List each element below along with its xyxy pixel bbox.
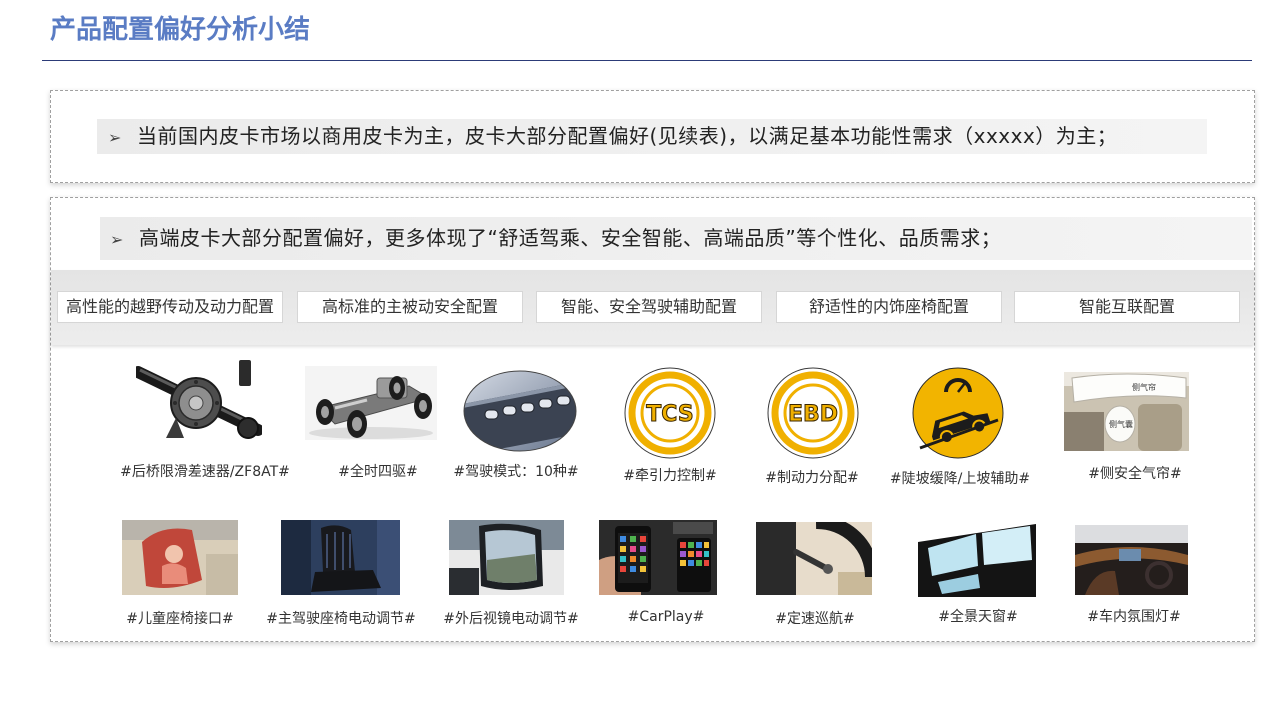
premium-text: 高端皮卡大部分配置偏好，更多体现了“舒适驾乘、安全智能、高端品质”等个性化、品质… [139, 226, 1002, 250]
panoramic-sunroof-image [918, 524, 1036, 597]
page-title: 产品配置偏好分析小结 [50, 15, 311, 45]
category-label-driver-assist: 智能、安全驾驶辅助配置 [536, 291, 762, 323]
side-mirror-image [449, 520, 564, 595]
ebd-badge-text: EBD [788, 402, 838, 427]
category-label-safety: 高标准的主被动安全配置 [297, 291, 523, 323]
driver-seat-image [281, 520, 400, 595]
premium-bar: ➢ 高端皮卡大部分配置偏好，更多体现了“舒适驾乘、安全智能、高端品质”等个性化、品… [100, 217, 1252, 260]
summary-bar: ➢ 当前国内皮卡市场以商用皮卡为主，皮卡大部分配置偏好(见续表)，以满足基本功能性… [97, 119, 1207, 154]
feature-caption: #陡坡缓降/上坡辅助# [889, 471, 1031, 487]
feature-caption: #侧安全气帘# [1088, 466, 1182, 482]
drive-mode-buttons-image [463, 370, 577, 452]
ebd-badge-icon: EBD [767, 367, 859, 459]
child-seat-image [122, 520, 238, 595]
tcs-badge-icon: TCS [624, 367, 716, 459]
arrow-bullet-icon: ➢ [110, 230, 124, 249]
cruise-control-stalk-image [756, 522, 872, 595]
category-label-comfort: 舒适性的内饰座椅配置 [776, 291, 1002, 323]
curtain-airbag-tag: 侧气帘 [1132, 382, 1156, 392]
category-label-connectivity: 智能互联配置 [1014, 291, 1240, 323]
hill-descent-icon [912, 367, 1004, 459]
feature-caption: #后桥限滑差速器/ZF8AT# [120, 464, 290, 480]
title-underline [42, 60, 1252, 61]
interior-dashboard-image [1075, 525, 1188, 595]
rear-axle-differential-image [136, 358, 262, 443]
carplay-phone-image [599, 520, 717, 595]
side-airbag-image: 侧气帘 侧气囊 [1064, 372, 1189, 451]
tcs-badge-text: TCS [646, 402, 693, 427]
side-airbag-tag: 侧气囊 [1109, 419, 1133, 429]
arrow-bullet-icon: ➢ [108, 128, 122, 147]
summary-text: 当前国内皮卡市场以商用皮卡为主，皮卡大部分配置偏好(见续表)，以满足基本功能性需… [137, 124, 1118, 148]
4wd-chassis-image [305, 366, 437, 440]
category-label-powertrain: 高性能的越野传动及动力配置 [57, 291, 283, 323]
feature-caption: #车内氛围灯# [1087, 609, 1181, 625]
